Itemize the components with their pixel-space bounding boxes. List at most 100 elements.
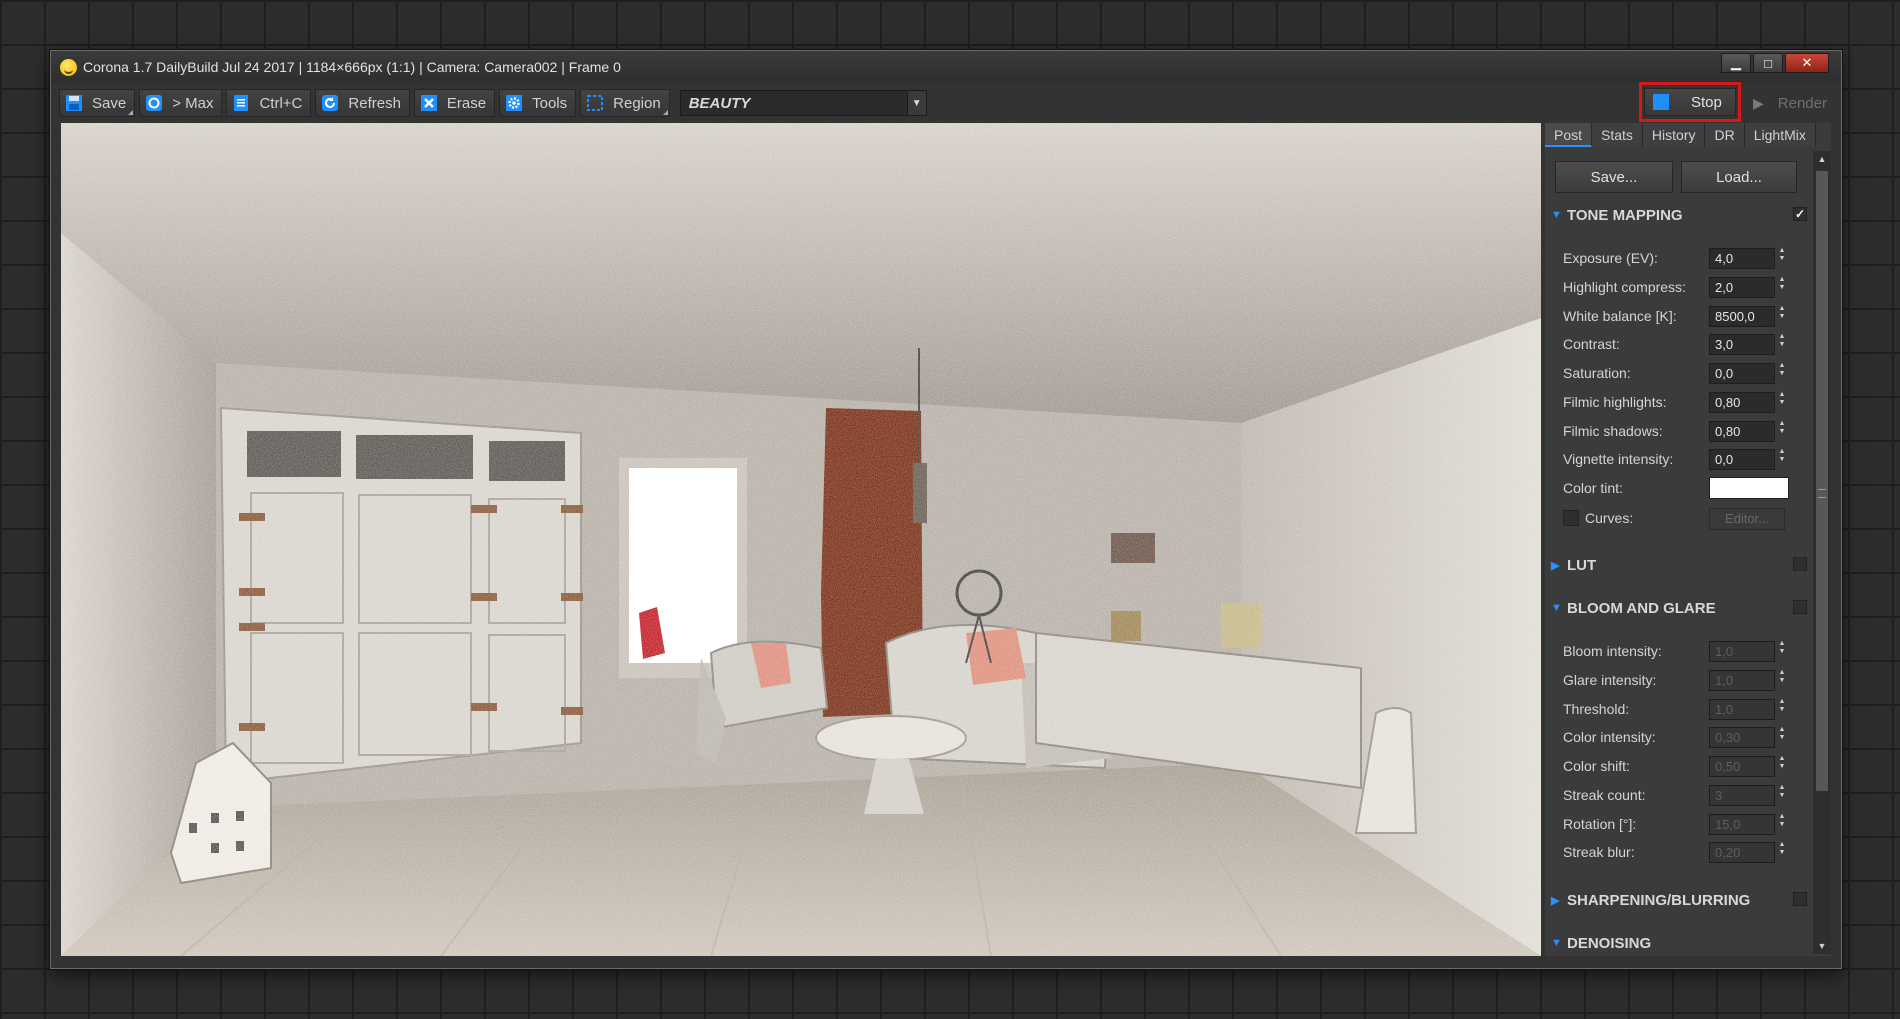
title-bar[interactable]: Corona 1.7 DailyBuild Jul 24 2017 | 1184… bbox=[51, 51, 1841, 83]
copy-button[interactable]: Ctrl+C bbox=[226, 89, 312, 117]
section-sharpening[interactable]: ▶ SHARPENING/BLURRING bbox=[1551, 888, 1807, 912]
gear-icon bbox=[504, 93, 524, 113]
expand-triangle-icon: ▼ bbox=[1551, 602, 1562, 614]
tools-button[interactable]: Tools bbox=[499, 89, 577, 117]
tab-stats[interactable]: Stats bbox=[1592, 123, 1643, 147]
spinner-icon[interactable]: ▲ ▼ bbox=[1777, 448, 1787, 472]
erase-button[interactable]: Erase bbox=[413, 89, 496, 117]
bloom-intensity-row: Bloom intensity: 1,0 ▲ ▼ bbox=[1563, 640, 1809, 664]
frame-buffer-window: Corona 1.7 DailyBuild Jul 24 2017 | 1184… bbox=[50, 50, 1842, 969]
scroll-up-icon[interactable]: ▲ bbox=[1813, 151, 1831, 167]
render-pass-dropdown[interactable]: BEAUTY ▼ bbox=[679, 90, 927, 116]
streak-blur-field[interactable]: 0,20 bbox=[1709, 842, 1775, 863]
white-balance-row: White balance [K]: 8500,0 ▲ ▼ bbox=[1563, 305, 1809, 329]
streak-count-row: Streak count: 3 ▲ ▼ bbox=[1563, 784, 1809, 808]
spinner-icon[interactable]: ▲ ▼ bbox=[1777, 841, 1787, 865]
spinner-icon[interactable]: ▲ ▼ bbox=[1777, 669, 1787, 693]
color-tint-row: Color tint: bbox=[1563, 477, 1809, 501]
minimize-button[interactable]: ▁ bbox=[1721, 53, 1751, 73]
render-viewport[interactable] bbox=[61, 123, 1541, 956]
spinner-icon[interactable]: ▲ ▼ bbox=[1777, 726, 1787, 750]
color-tint-label: Color tint: bbox=[1563, 480, 1623, 496]
tab-post[interactable]: Post bbox=[1545, 123, 1593, 147]
curves-editor-button[interactable]: Editor... bbox=[1709, 508, 1785, 530]
tab-lightmix[interactable]: LightMix bbox=[1744, 123, 1816, 147]
stop-button[interactable]: Stop bbox=[1644, 88, 1736, 116]
spinner-icon[interactable]: ▲ ▼ bbox=[1777, 247, 1787, 271]
highlight-compress-field[interactable]: 2,0 bbox=[1709, 277, 1775, 298]
stop-label: Stop bbox=[1691, 93, 1722, 111]
refresh-label: Refresh bbox=[348, 94, 401, 112]
section-lut[interactable]: ▶ LUT bbox=[1551, 553, 1807, 577]
filmic-highlights-field[interactable]: 0,80 bbox=[1709, 392, 1775, 413]
section-denoising[interactable]: ▼ DENOISING bbox=[1551, 931, 1807, 955]
toolbar: Save > Max Ctrl+C Refresh Erase Tools Re… bbox=[59, 82, 1833, 122]
save-label: Save bbox=[92, 94, 127, 112]
scroll-thumb[interactable] bbox=[1816, 171, 1828, 791]
color-shift-field[interactable]: 0,50 bbox=[1709, 756, 1775, 777]
tab-history[interactable]: History bbox=[1642, 123, 1706, 147]
streak-count-field[interactable]: 3 bbox=[1709, 785, 1775, 806]
save-button[interactable]: Save bbox=[59, 89, 136, 117]
close-button[interactable]: ✕ bbox=[1785, 53, 1829, 73]
spinner-icon[interactable]: ▲ ▼ bbox=[1777, 698, 1787, 722]
region-label: Region bbox=[613, 94, 661, 112]
chevron-down-icon[interactable]: ▼ bbox=[906, 91, 926, 115]
region-button[interactable]: Region bbox=[580, 89, 670, 117]
render-label: Render bbox=[1777, 94, 1827, 112]
white-balance-field[interactable]: 8500,0 bbox=[1709, 306, 1775, 327]
section-bloom-glare[interactable]: ▼ BLOOM AND GLARE bbox=[1551, 596, 1807, 620]
spinner-icon[interactable]: ▲ ▼ bbox=[1777, 755, 1787, 779]
lut-checkbox[interactable] bbox=[1793, 557, 1807, 571]
section-tone-mapping[interactable]: ▼ TONE MAPPING ✓ bbox=[1551, 203, 1807, 227]
contrast-label: Contrast: bbox=[1563, 336, 1620, 352]
bloom-intensity-field[interactable]: 1,0 bbox=[1709, 641, 1775, 662]
exposure-label: Exposure (EV): bbox=[1563, 250, 1658, 266]
spinner-icon[interactable]: ▲ ▼ bbox=[1777, 276, 1787, 300]
threshold-row: Threshold: 1,0 ▲ ▼ bbox=[1563, 698, 1809, 722]
render-button[interactable]: ▶ Render bbox=[1747, 89, 1833, 117]
stop-highlight: Stop bbox=[1639, 82, 1741, 122]
saturation-field[interactable]: 0,0 bbox=[1709, 363, 1775, 384]
spinner-icon[interactable]: ▲ ▼ bbox=[1777, 305, 1787, 329]
filmic-shadows-field[interactable]: 0,80 bbox=[1709, 421, 1775, 442]
saturation-row: Saturation: 0,0 ▲ ▼ bbox=[1563, 362, 1809, 386]
refresh-button[interactable]: Refresh bbox=[315, 89, 410, 117]
rotation-field[interactable]: 15,0 bbox=[1709, 814, 1775, 835]
panel-tabs: Post Stats History DR LightMix bbox=[1545, 123, 1816, 147]
color-intensity-field[interactable]: 0,30 bbox=[1709, 727, 1775, 748]
expand-triangle-icon: ▼ bbox=[1551, 937, 1562, 949]
sharpening-checkbox[interactable] bbox=[1793, 892, 1807, 906]
spinner-icon[interactable]: ▲ ▼ bbox=[1777, 333, 1787, 357]
save-icon bbox=[64, 93, 84, 113]
spinner-icon[interactable]: ▲ ▼ bbox=[1777, 391, 1787, 415]
spinner-icon[interactable]: ▲ ▼ bbox=[1777, 362, 1787, 386]
color-intensity-row: Color intensity: 0,30 ▲ ▼ bbox=[1563, 726, 1809, 750]
exposure-field[interactable]: 4,0 bbox=[1709, 248, 1775, 269]
highlight-compress-row: Highlight compress: 2,0 ▲ ▼ bbox=[1563, 276, 1809, 300]
section-title: TONE MAPPING bbox=[1567, 206, 1683, 224]
panel-scrollbar[interactable]: ▲ ▼ bbox=[1813, 151, 1831, 954]
send-to-max-button[interactable]: > Max bbox=[139, 89, 223, 117]
tab-dr[interactable]: DR bbox=[1705, 123, 1745, 147]
vignette-field[interactable]: 0,0 bbox=[1709, 449, 1775, 470]
curves-checkbox[interactable] bbox=[1563, 510, 1579, 526]
load-settings-button[interactable]: Load... bbox=[1681, 161, 1797, 193]
bloom-glare-checkbox[interactable] bbox=[1793, 600, 1807, 614]
streak-blur-label: Streak blur: bbox=[1563, 844, 1635, 860]
spinner-icon[interactable]: ▲ ▼ bbox=[1777, 784, 1787, 808]
tone-mapping-checkbox[interactable]: ✓ bbox=[1793, 207, 1807, 221]
contrast-field[interactable]: 3,0 bbox=[1709, 334, 1775, 355]
color-tint-swatch[interactable] bbox=[1709, 477, 1789, 499]
scroll-down-icon[interactable]: ▼ bbox=[1813, 938, 1831, 954]
spinner-icon[interactable]: ▲ ▼ bbox=[1777, 640, 1787, 664]
save-settings-button[interactable]: Save... bbox=[1555, 161, 1673, 193]
spinner-icon[interactable]: ▲ ▼ bbox=[1777, 420, 1787, 444]
threshold-label: Threshold: bbox=[1563, 701, 1630, 717]
tools-label: Tools bbox=[532, 94, 568, 112]
threshold-field[interactable]: 1,0 bbox=[1709, 699, 1775, 720]
collapsed-triangle-icon: ▶ bbox=[1551, 894, 1560, 907]
spinner-icon[interactable]: ▲ ▼ bbox=[1777, 813, 1787, 837]
glare-intensity-field[interactable]: 1,0 bbox=[1709, 670, 1775, 691]
maximize-button[interactable]: □ bbox=[1753, 53, 1783, 73]
